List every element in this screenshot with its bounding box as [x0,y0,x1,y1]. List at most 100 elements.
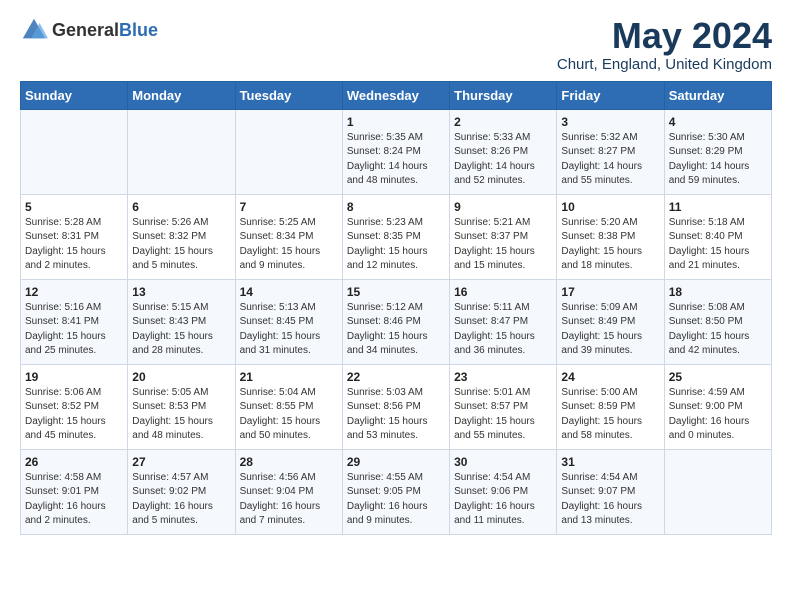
day-number: 25 [669,370,767,384]
day-number: 15 [347,285,445,299]
day-number: 1 [347,115,445,129]
calendar-cell: 3 Sunrise: 5:32 AM Sunset: 8:27 PM Daylig… [557,109,664,194]
day-info: Sunrise: 4:57 AM Sunset: 9:02 PM Dayligh… [132,471,230,529]
day-info: Sunrise: 5:06 AM Sunset: 8:52 PM Dayligh… [25,386,123,444]
day-number: 17 [561,285,659,299]
logo-general: General [52,20,119,40]
day-info: Sunrise: 4:54 AM Sunset: 9:06 PM Dayligh… [454,471,552,529]
day-number: 31 [561,455,659,469]
calendar-cell: 26 Sunrise: 4:58 AM Sunset: 9:01 PM Dayli… [21,449,128,534]
week-row-5: 26 Sunrise: 4:58 AM Sunset: 9:01 PM Dayli… [21,449,772,534]
calendar-cell: 27 Sunrise: 4:57 AM Sunset: 9:02 PM Dayli… [128,449,235,534]
day-info: Sunrise: 5:03 AM Sunset: 8:56 PM Dayligh… [347,386,445,444]
week-row-2: 5 Sunrise: 5:28 AM Sunset: 8:31 PM Daylig… [21,194,772,279]
day-number: 7 [240,200,338,214]
day-info: Sunrise: 4:55 AM Sunset: 9:05 PM Dayligh… [347,471,445,529]
logo-blue: Blue [119,20,158,40]
calendar-cell: 14Sunrise: 5:13 AM Sunset: 8:45 PM Dayli… [235,279,342,364]
week-row-4: 19 Sunrise: 5:06 AM Sunset: 8:52 PM Dayli… [21,364,772,449]
calendar-cell: 4 Sunrise: 5:30 AM Sunset: 8:29 PM Daylig… [664,109,771,194]
calendar-cell: 15 Sunrise: 5:12 AM Sunset: 8:46 PM Dayli… [342,279,449,364]
day-info: Sunrise: 5:09 AM Sunset: 8:49 PM Dayligh… [561,301,659,359]
calendar-cell: 7 Sunrise: 5:25 AM Sunset: 8:34 PM Daylig… [235,194,342,279]
day-info: Sunrise: 5:32 AM Sunset: 8:27 PM Dayligh… [561,131,659,189]
calendar-cell: 2Sunrise: 5:33 AM Sunset: 8:26 PM Daylig… [450,109,557,194]
day-number: 26 [25,455,123,469]
day-info: Sunrise: 4:56 AM Sunset: 9:04 PM Dayligh… [240,471,338,529]
calendar-cell: 9 Sunrise: 5:21 AM Sunset: 8:37 PM Daylig… [450,194,557,279]
calendar-cell: 20 Sunrise: 5:05 AM Sunset: 8:53 PM Dayli… [128,364,235,449]
calendar-cell: 24 Sunrise: 5:00 AM Sunset: 8:59 PM Dayli… [557,364,664,449]
day-number: 12 [25,285,123,299]
day-info: Sunrise: 5:00 AM Sunset: 8:59 PM Dayligh… [561,386,659,444]
logo: GeneralBlue [20,16,158,44]
day-number: 9 [454,200,552,214]
calendar-cell: 13 Sunrise: 5:15 AM Sunset: 8:43 PM Dayli… [128,279,235,364]
page-header: GeneralBlue May 2024 Churt, England, Uni… [20,16,772,73]
day-info: Sunrise: 5:05 AM Sunset: 8:53 PM Dayligh… [132,386,230,444]
day-number: 23 [454,370,552,384]
calendar-table: SundayMondayTuesdayWednesdayThursdayFrid… [20,81,772,535]
calendar-cell: 21Sunrise: 5:04 AM Sunset: 8:55 PM Dayli… [235,364,342,449]
calendar-cell: 16 Sunrise: 5:11 AM Sunset: 8:47 PM Dayli… [450,279,557,364]
calendar-cell: 6Sunrise: 5:26 AM Sunset: 8:32 PM Daylig… [128,194,235,279]
day-info: Sunrise: 5:21 AM Sunset: 8:37 PM Dayligh… [454,216,552,274]
day-info: Sunrise: 5:30 AM Sunset: 8:29 PM Dayligh… [669,131,767,189]
day-info: Sunrise: 5:28 AM Sunset: 8:31 PM Dayligh… [25,216,123,274]
header-wednesday: Wednesday [342,81,449,109]
header-friday: Friday [557,81,664,109]
day-info: Sunrise: 5:35 AM Sunset: 8:24 PM Dayligh… [347,131,445,189]
day-info: Sunrise: 5:11 AM Sunset: 8:47 PM Dayligh… [454,301,552,359]
calendar-cell: 30Sunrise: 4:54 AM Sunset: 9:06 PM Dayli… [450,449,557,534]
header-saturday: Saturday [664,81,771,109]
calendar-cell: 22 Sunrise: 5:03 AM Sunset: 8:56 PM Dayli… [342,364,449,449]
day-number: 19 [25,370,123,384]
day-number: 24 [561,370,659,384]
day-number: 20 [132,370,230,384]
day-info: Sunrise: 5:15 AM Sunset: 8:43 PM Dayligh… [132,301,230,359]
day-number: 4 [669,115,767,129]
header-tuesday: Tuesday [235,81,342,109]
calendar-cell: 28 Sunrise: 4:56 AM Sunset: 9:04 PM Dayli… [235,449,342,534]
day-info: Sunrise: 4:58 AM Sunset: 9:01 PM Dayligh… [25,471,123,529]
day-number: 3 [561,115,659,129]
day-number: 11 [669,200,767,214]
day-number: 27 [132,455,230,469]
day-number: 21 [240,370,338,384]
calendar-cell: 1 Sunrise: 5:35 AM Sunset: 8:24 PM Daylig… [342,109,449,194]
calendar-cell: 18 Sunrise: 5:08 AM Sunset: 8:50 PM Dayli… [664,279,771,364]
day-number: 16 [454,285,552,299]
calendar-cell [128,109,235,194]
calendar-cell: 12 Sunrise: 5:16 AM Sunset: 8:41 PM Dayli… [21,279,128,364]
title-block: May 2024 Churt, England, United Kingdom [557,16,772,73]
logo-icon [20,16,48,44]
calendar-cell [235,109,342,194]
day-number: 29 [347,455,445,469]
day-number: 22 [347,370,445,384]
calendar-cell: 25Sunrise: 4:59 AM Sunset: 9:00 PM Dayli… [664,364,771,449]
day-number: 28 [240,455,338,469]
calendar-cell: 19 Sunrise: 5:06 AM Sunset: 8:52 PM Dayli… [21,364,128,449]
calendar-cell: 5 Sunrise: 5:28 AM Sunset: 8:31 PM Daylig… [21,194,128,279]
day-info: Sunrise: 5:12 AM Sunset: 8:46 PM Dayligh… [347,301,445,359]
day-info: Sunrise: 4:54 AM Sunset: 9:07 PM Dayligh… [561,471,659,529]
day-number: 10 [561,200,659,214]
header-sunday: Sunday [21,81,128,109]
day-info: Sunrise: 5:33 AM Sunset: 8:26 PM Dayligh… [454,131,552,189]
calendar-cell: 11Sunrise: 5:18 AM Sunset: 8:40 PM Dayli… [664,194,771,279]
day-number: 5 [25,200,123,214]
day-number: 6 [132,200,230,214]
calendar-header-row: SundayMondayTuesdayWednesdayThursdayFrid… [21,81,772,109]
day-info: Sunrise: 5:25 AM Sunset: 8:34 PM Dayligh… [240,216,338,274]
day-number: 13 [132,285,230,299]
week-row-1: 1 Sunrise: 5:35 AM Sunset: 8:24 PM Daylig… [21,109,772,194]
calendar-cell: 23 Sunrise: 5:01 AM Sunset: 8:57 PM Dayli… [450,364,557,449]
header-thursday: Thursday [450,81,557,109]
day-info: Sunrise: 5:08 AM Sunset: 8:50 PM Dayligh… [669,301,767,359]
day-info: Sunrise: 5:01 AM Sunset: 8:57 PM Dayligh… [454,386,552,444]
day-number: 18 [669,285,767,299]
main-title: May 2024 [557,16,772,56]
day-info: Sunrise: 5:16 AM Sunset: 8:41 PM Dayligh… [25,301,123,359]
calendar-cell: 17 Sunrise: 5:09 AM Sunset: 8:49 PM Dayli… [557,279,664,364]
day-info: Sunrise: 5:13 AM Sunset: 8:45 PM Dayligh… [240,301,338,359]
